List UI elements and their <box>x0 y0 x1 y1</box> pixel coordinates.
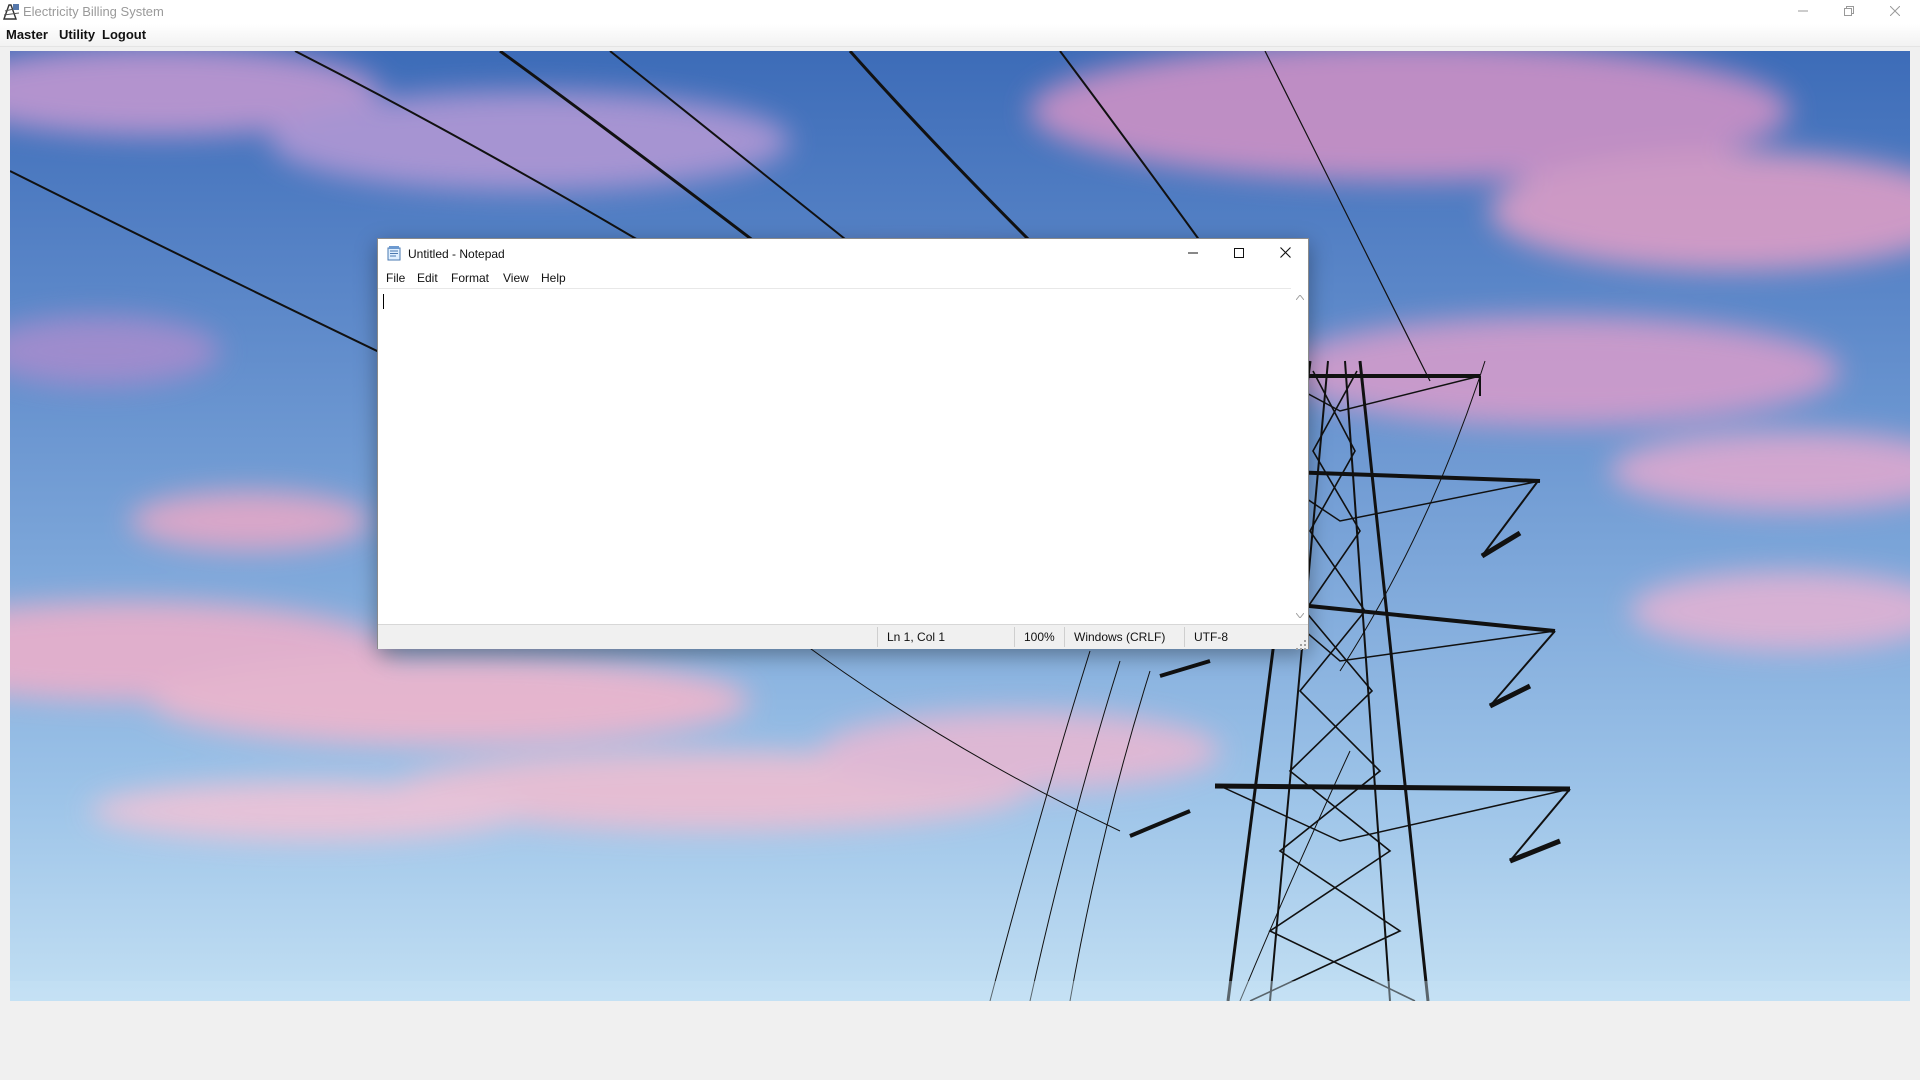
notepad-status-bar: Ln 1, Col 1 100% Windows (CRLF) UTF-8 <box>378 624 1308 650</box>
menu-edit[interactable]: Edit <box>417 271 438 286</box>
menu-utility[interactable]: Utility <box>59 27 95 43</box>
notepad-minimize-button[interactable] <box>1170 239 1216 269</box>
app-restore-button[interactable] <box>1826 0 1872 24</box>
status-zoom: 100% <box>1024 630 1055 644</box>
app-title-bar: Electricity Billing System <box>0 0 1920 24</box>
notepad-maximize-button[interactable] <box>1216 239 1262 269</box>
minimize-icon <box>1798 3 1808 21</box>
maximize-icon <box>1234 245 1244 263</box>
menu-file[interactable]: File <box>386 271 405 286</box>
notepad-icon <box>387 246 401 261</box>
app-close-button[interactable] <box>1872 0 1918 24</box>
status-separator <box>1014 627 1015 647</box>
status-cursor-position: Ln 1, Col 1 <box>887 630 946 644</box>
app-minimize-button[interactable] <box>1780 0 1826 24</box>
menu-help[interactable]: Help <box>541 271 566 286</box>
menu-master[interactable]: Master <box>6 27 48 43</box>
text-caret <box>383 294 384 309</box>
status-separator <box>1064 627 1065 647</box>
status-separator <box>877 627 878 647</box>
app-logo-icon <box>2 3 20 20</box>
notepad-close-button[interactable] <box>1262 239 1308 269</box>
resize-grip-icon[interactable] <box>1296 637 1306 650</box>
notepad-title-bar[interactable]: Untitled - Notepad <box>378 239 1308 269</box>
vertical-scrollbar[interactable] <box>1291 288 1308 624</box>
menu-view[interactable]: View <box>503 271 529 286</box>
close-icon <box>1279 245 1291 263</box>
status-separator <box>1184 627 1185 647</box>
status-encoding: UTF-8 <box>1194 630 1228 644</box>
notepad-title: Untitled - Notepad <box>408 247 505 261</box>
status-line-ending: Windows (CRLF) <box>1074 630 1166 644</box>
notepad-text-area[interactable] <box>378 288 1291 625</box>
close-icon <box>1889 3 1901 21</box>
app-title: Electricity Billing System <box>23 4 164 19</box>
notepad-menu-bar: File Edit Format View Help <box>378 269 1308 288</box>
scroll-down-icon[interactable] <box>1291 608 1308 622</box>
notepad-window[interactable]: Untitled - Notepad File Edit Format View… <box>377 238 1309 650</box>
scroll-up-icon[interactable] <box>1291 290 1308 304</box>
restore-icon <box>1844 3 1854 21</box>
app-menu-bar: Master Utility Logout <box>0 24 1920 47</box>
menu-logout[interactable]: Logout <box>102 27 146 43</box>
minimize-icon <box>1188 245 1198 263</box>
menu-format[interactable]: Format <box>451 271 489 286</box>
